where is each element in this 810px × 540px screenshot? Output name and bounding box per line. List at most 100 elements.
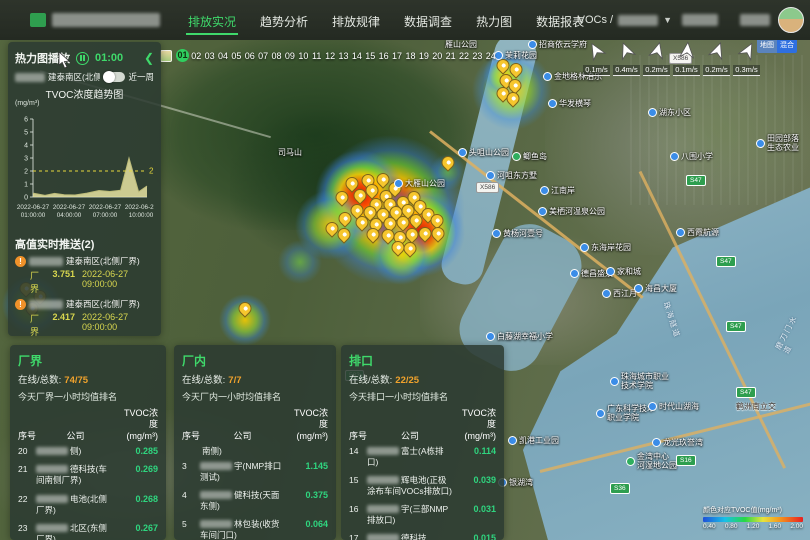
timeline-hour-10[interactable]: 10: [297, 51, 309, 61]
timeline-hour-11[interactable]: 11: [311, 51, 323, 61]
ranking-panel-1: 厂界在线/总数:74/75今天厂界一小时均值排名序号公司TVOC浓度(mg/m³…: [10, 345, 166, 540]
pause-button[interactable]: [76, 52, 89, 65]
rank-title: 今天排口一小时均值排名: [349, 390, 496, 403]
map-place-label: 招商依云学府: [528, 40, 587, 49]
tab-5[interactable]: 热力图: [474, 2, 514, 39]
timeline-hour-16[interactable]: 16: [377, 51, 389, 61]
tab-2[interactable]: 趋势分析: [258, 2, 310, 39]
user-org-redacted: [682, 14, 718, 26]
row-rank: 20: [18, 446, 36, 457]
timeline-hour-14[interactable]: 14: [351, 51, 363, 61]
svg-text:2022-06-27: 2022-06-27: [53, 204, 86, 211]
timeline-hour-23[interactable]: 23: [471, 51, 483, 61]
poi-name: 凯港工业园: [519, 436, 559, 445]
poi-icon: [648, 402, 657, 411]
monitor-pin-marker[interactable]: [339, 212, 352, 228]
timeline-hour-22[interactable]: 22: [458, 51, 470, 61]
row-value: 0.268: [118, 494, 158, 506]
timeline-hour-12[interactable]: 12: [324, 51, 336, 61]
monitor-pin-marker[interactable]: [442, 156, 455, 172]
svg-text:0: 0: [24, 195, 28, 202]
map-place-label: 海昌大厦: [634, 284, 677, 293]
timeline-hour-04[interactable]: 04: [217, 51, 229, 61]
company-redacted: [367, 534, 399, 540]
timeline-hour-09[interactable]: 09: [284, 51, 296, 61]
playback-time: 01:00: [95, 52, 123, 64]
road-number-badge: S47: [726, 321, 746, 332]
poi-icon: [512, 152, 521, 161]
timeline-hour-18[interactable]: 18: [404, 51, 416, 61]
map-place-label: 磨刀门水道: [774, 314, 807, 356]
timeline-hour-13[interactable]: 13: [337, 51, 349, 61]
wind-arrow-icon: [614, 38, 639, 66]
monitor-pin-marker[interactable]: [336, 191, 349, 207]
svg-text:04:00:00: 04:00:00: [57, 212, 82, 219]
timeline-hour-24[interactable]: 24: [485, 51, 497, 61]
poi-name: 司马山: [278, 148, 302, 157]
map-place-label: 华发横琴: [548, 99, 591, 108]
timeline-hour-20[interactable]: 20: [431, 51, 443, 61]
timeline-hour-01[interactable]: 01: [176, 49, 189, 62]
avatar[interactable]: [778, 7, 804, 33]
poi-name: 田园部落 生态农业: [767, 134, 799, 152]
color-legend: 颜色对应TVOC值(mg/m³) 0.400.801.201.602.00: [703, 505, 803, 530]
poi-name: 珠海隧道: [661, 301, 681, 340]
row-fragment: 南侧): [202, 445, 328, 457]
tab-4[interactable]: 数据调查: [402, 2, 454, 39]
heatmap-playback-panel: 热力图播放 01:00 ❮ 建泰南区(北侧厂界) 近一周 TVOC浓度趋势图 (…: [8, 42, 161, 336]
timeline-hour-05[interactable]: 05: [230, 51, 242, 61]
poi-icon: [602, 289, 611, 298]
poi-name: 广东科学技术 职业学院: [607, 404, 655, 422]
road-number-badge: S16: [676, 455, 696, 466]
timeline-hour-17[interactable]: 17: [391, 51, 403, 61]
poi-name: 大雁山公园: [405, 179, 445, 188]
road-number-badge: S47: [686, 175, 706, 186]
map-road-3: [540, 402, 810, 473]
table-header: 序号公司TVOC浓度(mg/m³): [182, 408, 328, 442]
timeline-hour-03[interactable]: 03: [203, 51, 215, 61]
wind-arrow-icon: [677, 40, 697, 64]
monitor-pin-marker[interactable]: [367, 228, 380, 244]
poi-name: 头咀山公园: [469, 148, 509, 157]
poi-icon: [670, 152, 679, 161]
monitor-pin-marker[interactable]: [239, 302, 252, 318]
poi-name: 黄杨河壹号: [503, 229, 543, 238]
timeline-hour-19[interactable]: 19: [418, 51, 430, 61]
svg-text:10:00:00: 10:00:00: [129, 212, 154, 219]
monitor-pin-marker[interactable]: [404, 242, 417, 258]
panel-collapse-chevron-icon[interactable]: ❮: [144, 51, 154, 65]
timeline-hour-21[interactable]: 21: [444, 51, 456, 61]
timeline-hour-02[interactable]: 02: [190, 51, 202, 61]
timeline-hour-08[interactable]: 08: [270, 51, 282, 61]
monitor-pin-marker[interactable]: [507, 92, 520, 108]
source-toggle[interactable]: [103, 72, 125, 82]
tab-3[interactable]: 排放规律: [330, 2, 382, 39]
map-place-label: 美栖河温泉公园: [538, 207, 605, 216]
map-place-label: 白藤湖幸福小学: [486, 332, 553, 341]
panel-title: 厂界: [18, 352, 158, 369]
tab-1[interactable]: 排放实况: [186, 2, 238, 39]
monitor-pin-marker[interactable]: [338, 228, 351, 244]
road-number-badge: S36: [610, 483, 630, 494]
map-place-label: 八围小学: [670, 152, 713, 161]
timeline-hour-07[interactable]: 07: [257, 51, 269, 61]
push-company-name: 建泰南区(北侧厂界): [66, 255, 140, 267]
poi-icon: [606, 267, 615, 276]
wind-arrow-icon: [645, 39, 668, 66]
monitor-pin-marker[interactable]: [497, 59, 510, 75]
push-title: 高值实时推送(2): [15, 236, 154, 252]
timeline-hour-06[interactable]: 06: [244, 51, 256, 61]
push-item-1: !建泰南区(北侧厂界)厂界3.7512022-06-27 09:00:00: [15, 255, 154, 295]
monitor-pin-marker[interactable]: [432, 227, 445, 243]
vocs-dropdown[interactable]: VOCs / ▼: [578, 14, 672, 26]
poi-name: 鲫鱼岛: [523, 152, 547, 161]
poi-icon: [458, 148, 467, 157]
push-list: !建泰南区(北侧厂界)厂界3.7512022-06-27 09:00:00!建泰…: [15, 255, 154, 338]
poi-icon: [538, 207, 547, 216]
company-redacted: [36, 447, 68, 455]
timeline-hour-15[interactable]: 15: [364, 51, 376, 61]
table-row: 20侧)0.285: [18, 442, 158, 461]
monitor-pin-marker[interactable]: [419, 227, 432, 243]
company-redacted: [200, 520, 232, 528]
ranking-panel-2: 厂内在线/总数:7/7今天厂内一小时均值排名序号公司TVOC浓度(mg/m³)南…: [174, 345, 336, 540]
